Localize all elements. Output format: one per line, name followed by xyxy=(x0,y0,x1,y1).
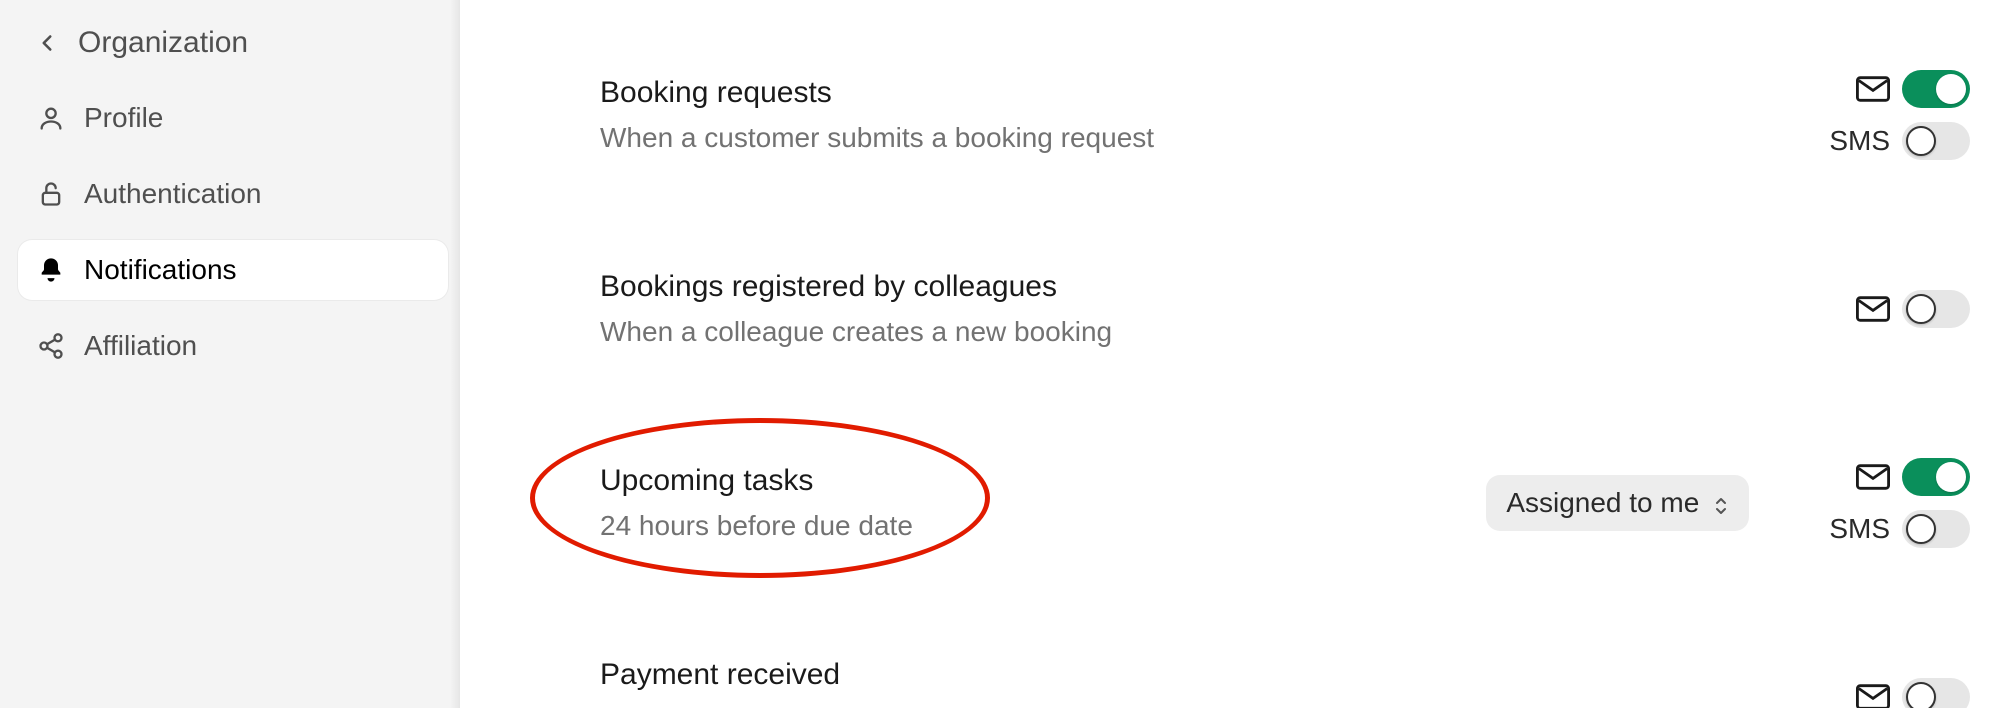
email-icon xyxy=(1856,296,1890,322)
dropdown-value: Assigned to me xyxy=(1506,487,1699,519)
notification-row-booking-requests: Booking requests When a customer submits… xyxy=(600,70,1970,160)
sidebar: Organization Profile Authentication Noti… xyxy=(0,0,460,708)
task-scope-dropdown[interactable]: Assigned to me xyxy=(1486,475,1749,531)
sidebar-back-label: Organization xyxy=(78,26,248,60)
notification-title: Payment received xyxy=(600,658,1856,692)
notifications-settings: Booking requests When a customer submits… xyxy=(460,0,2000,708)
email-icon xyxy=(1856,464,1890,490)
lock-icon xyxy=(36,179,66,209)
person-icon xyxy=(36,103,66,133)
notification-title: Upcoming tasks xyxy=(600,464,1486,498)
sms-toggle[interactable] xyxy=(1902,122,1970,160)
email-icon xyxy=(1856,684,1890,708)
notification-description: When a customer submits a booking reques… xyxy=(600,122,1829,154)
chevron-left-icon xyxy=(32,28,62,58)
sidebar-item-label: Authentication xyxy=(84,178,261,210)
sidebar-item-label: Profile xyxy=(84,102,163,134)
sidebar-item-affiliation[interactable]: Affiliation xyxy=(18,316,448,376)
share-icon xyxy=(36,331,66,361)
sms-toggle[interactable] xyxy=(1902,510,1970,548)
notification-description: When a colleague creates a new booking xyxy=(600,316,1856,348)
notification-description: When you receive an automated payment fo… xyxy=(600,704,1856,708)
sidebar-item-authentication[interactable]: Authentication xyxy=(18,164,448,224)
notification-title: Bookings registered by colleagues xyxy=(600,270,1856,304)
sidebar-back[interactable]: Organization xyxy=(18,20,448,88)
email-icon xyxy=(1856,76,1890,102)
notification-description: 24 hours before due date xyxy=(600,510,1486,542)
sidebar-item-profile[interactable]: Profile xyxy=(18,88,448,148)
email-toggle[interactable] xyxy=(1902,458,1970,496)
sms-label: SMS xyxy=(1829,513,1890,545)
notification-title: Booking requests xyxy=(600,76,1829,110)
email-toggle[interactable] xyxy=(1902,290,1970,328)
notification-row-payment-received: Payment received When you receive an aut… xyxy=(600,658,1970,708)
notification-row-upcoming-tasks: Upcoming tasks 24 hours before due date … xyxy=(600,458,1970,548)
bell-icon xyxy=(36,255,66,285)
sidebar-item-notifications[interactable]: Notifications xyxy=(18,240,448,300)
email-toggle[interactable] xyxy=(1902,678,1970,708)
sms-label: SMS xyxy=(1829,125,1890,157)
notification-row-colleague-bookings: Bookings registered by colleagues When a… xyxy=(600,270,1970,348)
email-toggle[interactable] xyxy=(1902,70,1970,108)
sidebar-item-label: Notifications xyxy=(84,254,237,286)
chevron-up-down-icon xyxy=(1713,492,1729,514)
sidebar-item-label: Affiliation xyxy=(84,330,197,362)
